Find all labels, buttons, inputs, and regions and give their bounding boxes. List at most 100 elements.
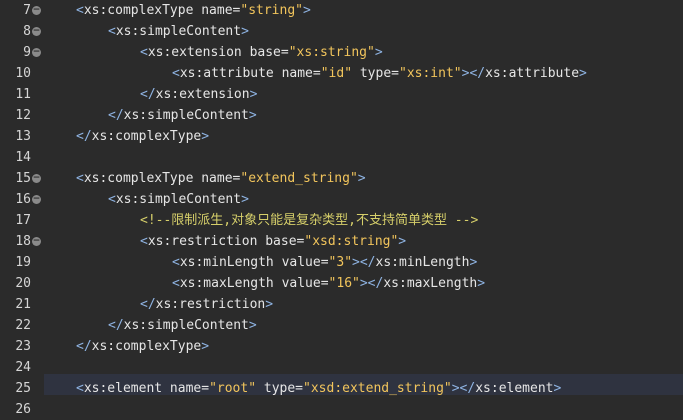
code-token-bracket: </ [108, 318, 124, 333]
code-token-bracket: > [241, 24, 249, 39]
code-token-comment: <!--限制派生,对象只能是复杂类型,不支持简单类型 --> [140, 213, 479, 228]
code-token-tag: xs:simpleContent [115, 24, 242, 39]
code-token-str: "xs:int" [399, 66, 462, 81]
line-number: 21 [15, 297, 31, 312]
code-line[interactable]: <xs:complexType name="extend_string"> [76, 168, 366, 189]
code-token-tag: xs:simpleContent [123, 108, 249, 123]
line-number-gutter: 7−8−9−10 11 12 13 14 15−16−17 18−19 20 21 22 23 24 2… [0, 0, 44, 418]
line-number: 13 [15, 129, 31, 144]
line-number: 22 [15, 318, 31, 333]
line-number: 16 [15, 192, 31, 207]
code-token-bracket: > [374, 45, 383, 60]
code-token-str: "extend_string" [240, 171, 358, 186]
line-number: 14 [15, 150, 31, 165]
code-token-bracket: ></ [352, 255, 376, 270]
code-token-tag: xs:maxLength [383, 276, 478, 291]
code-line[interactable]: <xs:simpleContent> [108, 21, 249, 42]
code-line[interactable]: <xs:complexType name="string"> [76, 0, 311, 21]
code-token-str: "3" [328, 255, 353, 270]
code-token-bracket: </ [140, 297, 156, 312]
code-token-bracket: > [241, 192, 249, 207]
line-number: 20 [15, 276, 31, 291]
code-line[interactable]: <xs:simpleContent> [108, 189, 249, 210]
code-token-tag: xs:attribute [485, 66, 580, 81]
code-token-bracket: < [76, 3, 84, 18]
code-token-str: "xsd:string" [304, 234, 399, 249]
code-token-bracket: </ [76, 129, 92, 144]
code-token-bracket: ></ [461, 66, 486, 81]
code-text-area[interactable]: <xs:complexType name="string"> <xs:simple… [44, 0, 683, 418]
line-number: 26 [15, 402, 31, 417]
code-token-attr: name= [162, 381, 210, 396]
code-line[interactable]: </xs:complexType> [76, 336, 209, 357]
code-token-tag: xs:element [83, 381, 163, 396]
code-token-attr: type= [256, 381, 304, 396]
code-token-tag: xs:element [475, 381, 554, 396]
code-line[interactable]: </xs:extension> [140, 84, 257, 105]
code-token-str: "id" [320, 66, 353, 81]
code-line[interactable]: <!--限制派生,对象只能是复杂类型,不支持简单类型 --> [140, 210, 478, 231]
code-token-bracket: </ [140, 87, 156, 102]
code-token-bracket: < [140, 45, 148, 60]
code-token-attr: value= [273, 276, 329, 291]
fold-toggle-icon[interactable]: − [32, 27, 41, 36]
code-line[interactable]: </xs:complexType> [76, 126, 209, 147]
fold-toggle-icon[interactable]: − [32, 174, 41, 183]
code-line[interactable]: <xs:restriction base="xsd:string"> [140, 231, 406, 252]
code-line[interactable]: </xs:simpleContent> [108, 105, 257, 126]
fold-toggle-icon[interactable]: − [32, 237, 41, 246]
code-line[interactable]: </xs:simpleContent> [108, 315, 257, 336]
code-token-str: "string" [240, 3, 303, 18]
code-token-bracket: < [172, 255, 180, 270]
code-token-tag: xs:maxLength [179, 276, 274, 291]
code-token-bracket: < [76, 171, 84, 186]
line-number: 23 [15, 339, 31, 354]
code-token-bracket: > [248, 108, 257, 123]
code-editor[interactable]: 7−8−9−10 11 12 13 14 15−16−17 18−19 20 21 22 23 24 2… [0, 0, 683, 418]
line-number: 24 [15, 360, 31, 375]
code-token-tag: xs:restriction [147, 234, 258, 249]
code-line[interactable]: < xs:attribute name="id" type="xs:int"></… [172, 63, 587, 84]
code-token-tag: xs:minLength [375, 255, 470, 270]
line-number: 10 [15, 66, 31, 81]
line-number: 8 [23, 24, 31, 39]
code-token-tag: xs:complexType [91, 129, 202, 144]
fold-toggle-icon[interactable]: − [32, 6, 41, 15]
code-token-attr: value= [273, 255, 329, 270]
code-token-attr: name= [193, 171, 241, 186]
code-token-attr: name= [273, 66, 321, 81]
code-token-tag: xs:complexType [83, 171, 194, 186]
code-token-attr: type= [352, 66, 399, 81]
line-number: 12 [15, 108, 31, 123]
code-line[interactable]: <xs:element name="root" type="xsd:extend… [76, 378, 561, 399]
code-token-tag: xs:extension [155, 87, 250, 102]
code-token-attr: base= [257, 234, 305, 249]
code-token-bracket: > [249, 87, 258, 102]
code-token-bracket: > [265, 297, 274, 312]
fold-toggle-icon[interactable]: − [32, 48, 41, 57]
line-number: 9 [23, 45, 31, 60]
code-line[interactable]: <xs:maxLength value="16"></xs:maxLength> [172, 273, 485, 294]
code-token-bracket: > [303, 3, 311, 18]
line-number: 19 [15, 255, 31, 270]
code-token-bracket: < [108, 192, 116, 207]
code-token-str: "xs:string" [288, 45, 375, 60]
code-line[interactable]: </xs:restriction> [140, 294, 273, 315]
code-token-str: "16" [328, 276, 360, 291]
code-token-bracket: </ [76, 339, 92, 354]
code-token-bracket: > [248, 318, 257, 333]
line-number: 17 [15, 213, 31, 228]
code-token-bracket: > [469, 255, 478, 270]
code-token-bracket: </ [108, 108, 124, 123]
code-line[interactable]: <xs:minLength value="3"></xs:minLength> [172, 252, 477, 273]
code-token-bracket: < [172, 66, 180, 81]
code-line[interactable]: <xs:extension base="xs:string"> [140, 42, 383, 63]
code-token-bracket: > [553, 381, 562, 396]
code-token-bracket: < [172, 276, 180, 291]
fold-toggle-icon[interactable]: − [32, 195, 41, 204]
line-number: 7 [23, 3, 31, 18]
code-token-bracket: > [579, 66, 587, 81]
code-token-bracket: ></ [451, 381, 476, 396]
line-number: 25 [15, 381, 31, 396]
code-token-bracket: > [357, 171, 366, 186]
